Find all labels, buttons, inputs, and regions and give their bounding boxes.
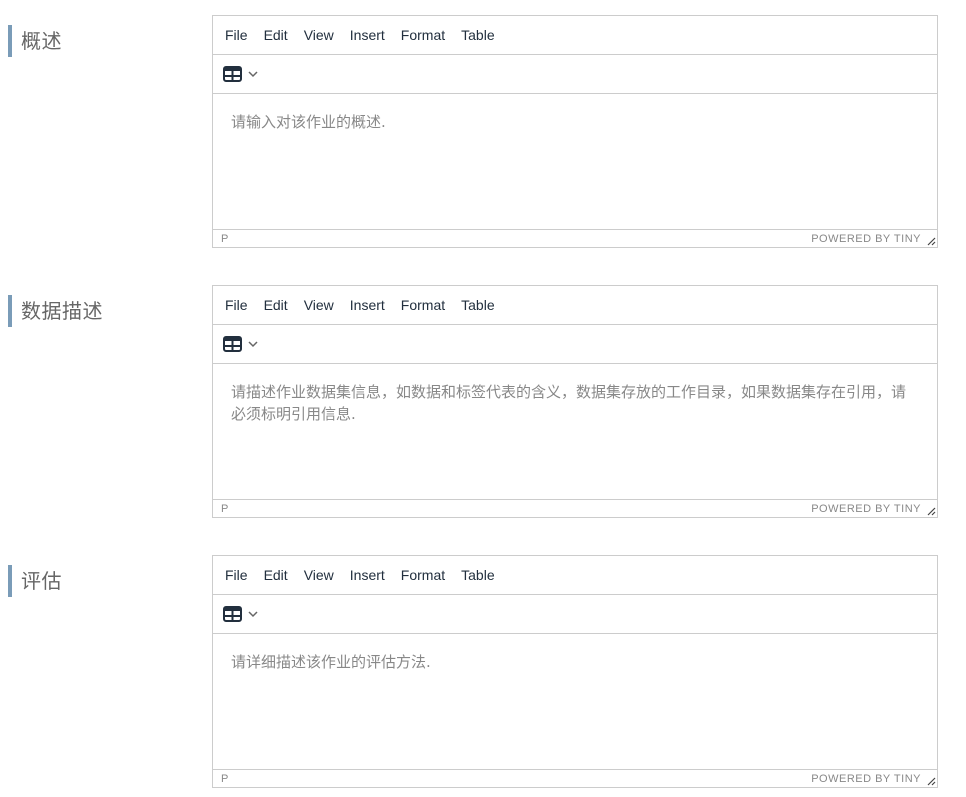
- menu-insert[interactable]: Insert: [342, 556, 393, 595]
- rich-text-editor: File Edit View Insert Format Table 请描述作业…: [212, 285, 938, 518]
- label-accent-bar: [8, 25, 12, 57]
- menu-table[interactable]: Table: [453, 16, 502, 55]
- section-label: 数据描述: [8, 295, 103, 327]
- menu-format[interactable]: Format: [393, 556, 453, 595]
- section-label: 评估: [8, 565, 62, 597]
- chevron-down-icon: [248, 341, 258, 348]
- rich-text-editor: File Edit View Insert Format Table 请详细描述…: [212, 555, 938, 788]
- menu-view[interactable]: View: [296, 286, 342, 325]
- menu-edit[interactable]: Edit: [256, 556, 296, 595]
- menu-view[interactable]: View: [296, 556, 342, 595]
- editor-toolbar: [213, 595, 937, 634]
- menu-insert[interactable]: Insert: [342, 286, 393, 325]
- editor-toolbar: [213, 55, 937, 94]
- editor-content-area[interactable]: 请输入对该作业的概述.: [213, 94, 937, 230]
- editor-statusbar: P POWERED BY TINY: [213, 770, 937, 787]
- editor-statusbar: P POWERED BY TINY: [213, 500, 937, 517]
- insert-table-button[interactable]: [223, 330, 260, 358]
- editor-statusbar: P POWERED BY TINY: [213, 230, 937, 247]
- editor-menubar: File Edit View Insert Format Table: [213, 286, 937, 325]
- menu-edit[interactable]: Edit: [256, 16, 296, 55]
- section-title: 概述: [21, 29, 62, 53]
- menu-table[interactable]: Table: [453, 556, 502, 595]
- resize-handle-icon[interactable]: [926, 236, 936, 246]
- section-title: 数据描述: [21, 299, 103, 323]
- branding-link[interactable]: POWERED BY TINY: [811, 503, 921, 515]
- menu-insert[interactable]: Insert: [342, 16, 393, 55]
- menu-view[interactable]: View: [296, 16, 342, 55]
- section-overview: 概述 File Edit View Insert Format Table 请输…: [0, 0, 966, 248]
- branding-link[interactable]: POWERED BY TINY: [811, 233, 921, 245]
- section-title: 评估: [21, 569, 62, 593]
- editor-content-area[interactable]: 请描述作业数据集信息，如数据和标签代表的含义，数据集存放的工作目录，如果数据集存…: [213, 364, 937, 500]
- table-icon: [223, 336, 242, 352]
- section-data-description: 数据描述 File Edit View Insert Format Table: [0, 270, 966, 518]
- section-label: 概述: [8, 25, 62, 57]
- insert-table-button[interactable]: [223, 60, 260, 88]
- menu-format[interactable]: Format: [393, 16, 453, 55]
- editor-menubar: File Edit View Insert Format Table: [213, 16, 937, 55]
- editor-toolbar: [213, 325, 937, 364]
- element-path[interactable]: P: [221, 503, 229, 515]
- table-icon: [223, 606, 242, 622]
- rich-text-editor: File Edit View Insert Format Table 请输入对该…: [212, 15, 938, 248]
- chevron-down-icon: [248, 71, 258, 78]
- element-path[interactable]: P: [221, 233, 229, 245]
- editor-menubar: File Edit View Insert Format Table: [213, 556, 937, 595]
- resize-handle-icon[interactable]: [926, 776, 936, 786]
- menu-edit[interactable]: Edit: [256, 286, 296, 325]
- menu-file[interactable]: File: [217, 286, 256, 325]
- element-path[interactable]: P: [221, 773, 229, 785]
- menu-file[interactable]: File: [217, 16, 256, 55]
- insert-table-button[interactable]: [223, 600, 260, 628]
- branding-link[interactable]: POWERED BY TINY: [811, 773, 921, 785]
- menu-file[interactable]: File: [217, 556, 256, 595]
- editor-content-area[interactable]: 请详细描述该作业的评估方法.: [213, 634, 937, 770]
- menu-format[interactable]: Format: [393, 286, 453, 325]
- label-accent-bar: [8, 565, 12, 597]
- menu-table[interactable]: Table: [453, 286, 502, 325]
- section-evaluation: 评估 File Edit View Insert Format Table 请详…: [0, 540, 966, 788]
- table-icon: [223, 66, 242, 82]
- chevron-down-icon: [248, 611, 258, 618]
- resize-handle-icon[interactable]: [926, 506, 936, 516]
- label-accent-bar: [8, 295, 12, 327]
